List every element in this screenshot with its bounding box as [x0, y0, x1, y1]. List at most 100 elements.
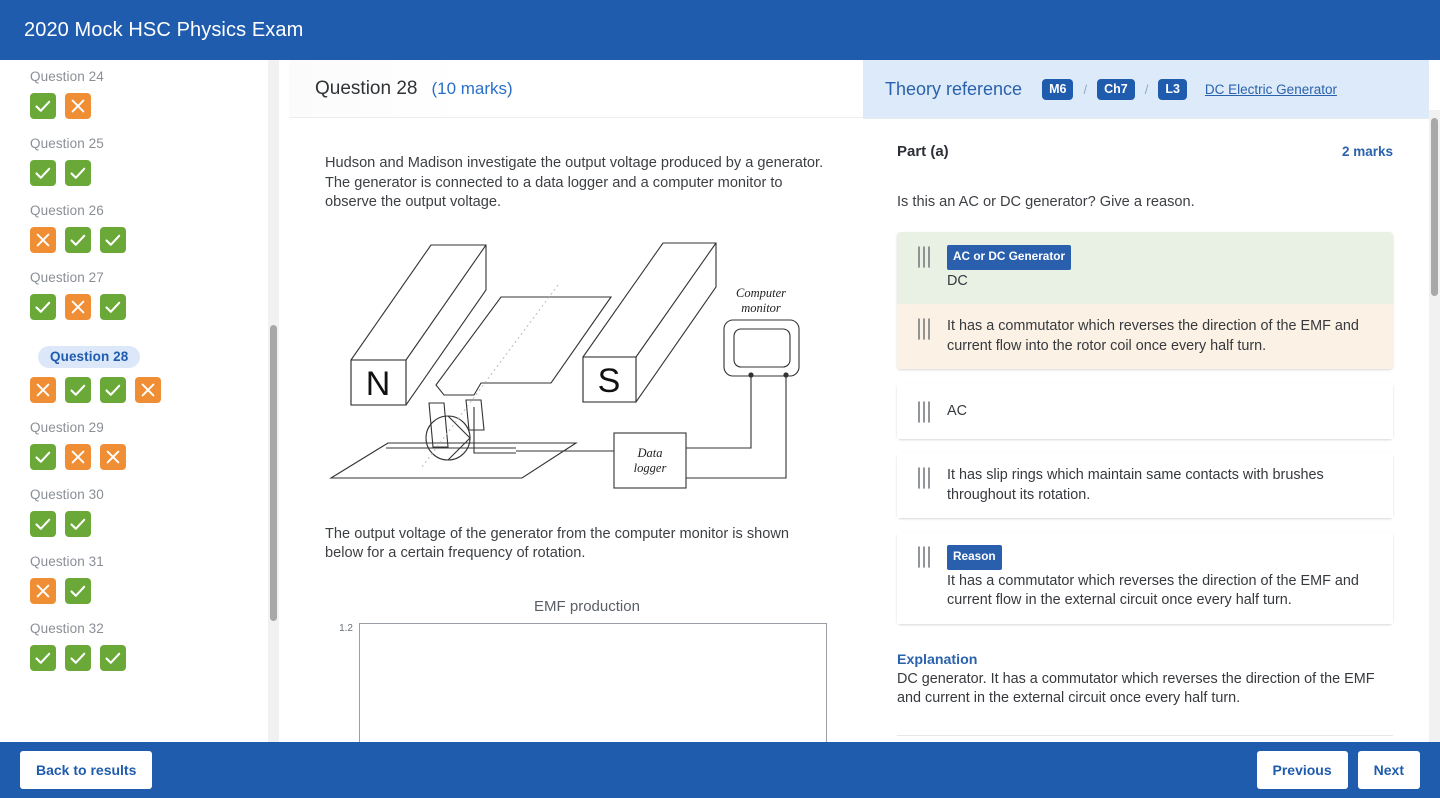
mark-correct-badge[interactable] — [30, 645, 56, 671]
question-nav-group[interactable]: Question 31 — [0, 554, 278, 604]
question-nav-label[interactable]: Question 27 — [30, 270, 278, 285]
question-mark-row — [30, 444, 278, 470]
question-nav-label[interactable]: Question 31 — [30, 554, 278, 569]
question-list: Question 24 Question 25 Question 26 Questio… — [0, 69, 278, 671]
mark-correct-badge[interactable] — [65, 645, 91, 671]
mark-correct-badge[interactable] — [30, 294, 56, 320]
placed-answer-card[interactable]: AC or DC Generator DC — [897, 232, 1393, 304]
mark-correct-badge[interactable] — [100, 227, 126, 253]
emf-chart: EMF production 1.2 — [325, 598, 827, 742]
stimulus-paragraph-2: The output voltage of the generator from… — [325, 525, 790, 562]
drag-handle-icon[interactable] — [917, 546, 931, 568]
mark-correct-badge[interactable] — [65, 160, 91, 186]
question-nav-label[interactable]: Question 30 — [30, 487, 278, 502]
mark-incorrect-badge[interactable] — [30, 578, 56, 604]
drag-handle-icon[interactable] — [917, 246, 931, 268]
drag-handle[interactable] — [917, 544, 947, 568]
mark-correct-badge[interactable] — [100, 294, 126, 320]
question-nav-label[interactable]: Question 26 — [30, 203, 278, 218]
answer-option[interactable]: It has slip rings which maintain same co… — [897, 453, 1393, 518]
mark-correct-badge[interactable] — [65, 578, 91, 604]
answer-option[interactable]: Reason It has a commutator which reverses… — [897, 532, 1393, 624]
mark-incorrect-badge[interactable] — [100, 444, 126, 470]
question-nav-group[interactable]: Question 29 — [0, 420, 278, 470]
placed-answers-group: AC or DC Generator DC It has a commutator … — [897, 232, 1393, 369]
answer-option-card[interactable]: It has slip rings which maintain same co… — [897, 453, 1393, 518]
next-button[interactable]: Next — [1357, 751, 1420, 789]
answer-text: It has slip rings which maintain same co… — [947, 467, 1324, 503]
mark-incorrect-badge[interactable] — [65, 444, 91, 470]
explanation-title: Explanation — [897, 651, 978, 668]
answer-text: AC or DC Generator DC — [947, 244, 1072, 291]
answer-panel-scrollbar-thumb[interactable] — [1431, 118, 1438, 296]
question-nav-group[interactable]: Question 25 — [0, 136, 278, 186]
back-to-results-button[interactable]: Back to results — [20, 751, 153, 789]
drag-handle[interactable] — [917, 465, 947, 489]
drag-handle[interactable] — [917, 244, 947, 268]
mark-correct-badge[interactable] — [100, 645, 126, 671]
sidebar-scrollbar[interactable] — [268, 60, 279, 742]
question-nav-label[interactable]: Question 24 — [30, 69, 278, 84]
question-nav-group[interactable]: Question 30 — [0, 487, 278, 537]
sidebar-scrollbar-thumb[interactable] — [270, 325, 277, 621]
mark-incorrect-badge[interactable] — [65, 93, 91, 119]
answer-panel: Theory reference M6 / Ch7 / L3 DC Electr… — [863, 60, 1429, 742]
drag-handle[interactable] — [917, 399, 947, 423]
theory-reference-label: Theory reference — [885, 78, 1023, 99]
question-nav-group[interactable]: Question 27 — [0, 270, 278, 320]
question-nav-group[interactable]: Question 32 — [0, 621, 278, 671]
mark-correct-badge[interactable] — [30, 511, 56, 537]
placed-answer-card[interactable]: It has a commutator which reverses the d… — [897, 304, 1393, 369]
check-icon — [70, 167, 86, 179]
drag-handle-icon[interactable] — [917, 318, 931, 340]
mark-incorrect-badge[interactable] — [135, 377, 161, 403]
question-nav-label-active[interactable]: Question 28 — [38, 346, 141, 368]
question-nav-group[interactable]: Question 26 — [0, 203, 278, 253]
mark-correct-badge[interactable] — [100, 377, 126, 403]
cross-icon — [36, 584, 50, 598]
answer-text: It has a commutator which reverses the d… — [947, 318, 1359, 354]
drag-handle[interactable] — [917, 316, 947, 340]
question-navigator-sidebar[interactable]: Question 24 Question 25 Question 26 Questio… — [0, 60, 278, 742]
question-nav-label[interactable]: Question 32 — [30, 621, 278, 636]
cross-icon — [71, 300, 85, 314]
theory-chip-chapter[interactable]: Ch7 — [1097, 78, 1135, 100]
mark-incorrect-badge[interactable] — [65, 294, 91, 320]
question-nav-label[interactable]: Question 25 — [30, 136, 278, 151]
mark-incorrect-badge[interactable] — [30, 227, 56, 253]
cross-icon — [71, 99, 85, 113]
check-icon — [35, 100, 51, 112]
question-mark-row — [30, 578, 278, 604]
question-nav-group[interactable]: Question 24 — [0, 69, 278, 119]
drag-handle-icon[interactable] — [917, 401, 931, 423]
footer-bar: Back to results Previous Next — [0, 742, 1440, 798]
answer-option-card[interactable]: Reason It has a commutator which reverses… — [897, 532, 1393, 624]
question-mark-row — [30, 377, 278, 403]
check-icon — [105, 384, 121, 396]
answer-option-card[interactable]: AC — [897, 383, 1393, 439]
check-icon — [70, 384, 86, 396]
answer-slot-tag: AC or DC Generator — [947, 245, 1072, 270]
mark-correct-badge[interactable] — [30, 93, 56, 119]
mark-correct-badge[interactable] — [65, 511, 91, 537]
mark-incorrect-badge[interactable] — [30, 377, 56, 403]
mark-correct-badge[interactable] — [30, 444, 56, 470]
magnet-south-label: S — [598, 362, 621, 400]
theory-chip-lesson[interactable]: L3 — [1158, 78, 1187, 100]
check-icon — [70, 234, 86, 246]
check-icon — [105, 301, 121, 313]
question-nav-group[interactable]: Question 28 — [0, 337, 278, 403]
theory-chip-module[interactable]: M6 — [1042, 78, 1074, 100]
theory-reference-bar: Theory reference M6 / Ch7 / L3 DC Electr… — [863, 60, 1429, 118]
theory-reference-link[interactable]: DC Electric Generator — [1205, 82, 1337, 97]
drag-handle-icon[interactable] — [917, 467, 931, 489]
mark-correct-badge[interactable] — [65, 377, 91, 403]
question-nav-label[interactable]: Question 29 — [30, 420, 278, 435]
answer-option[interactable]: AC — [897, 383, 1393, 439]
mark-correct-badge[interactable] — [65, 227, 91, 253]
answer-panel-scrollbar[interactable] — [1429, 110, 1440, 742]
previous-button[interactable]: Previous — [1256, 751, 1348, 789]
generator-diagram: N S Computer monitor Data logger — [325, 235, 827, 495]
question-mark-row — [30, 160, 278, 186]
mark-correct-badge[interactable] — [30, 160, 56, 186]
